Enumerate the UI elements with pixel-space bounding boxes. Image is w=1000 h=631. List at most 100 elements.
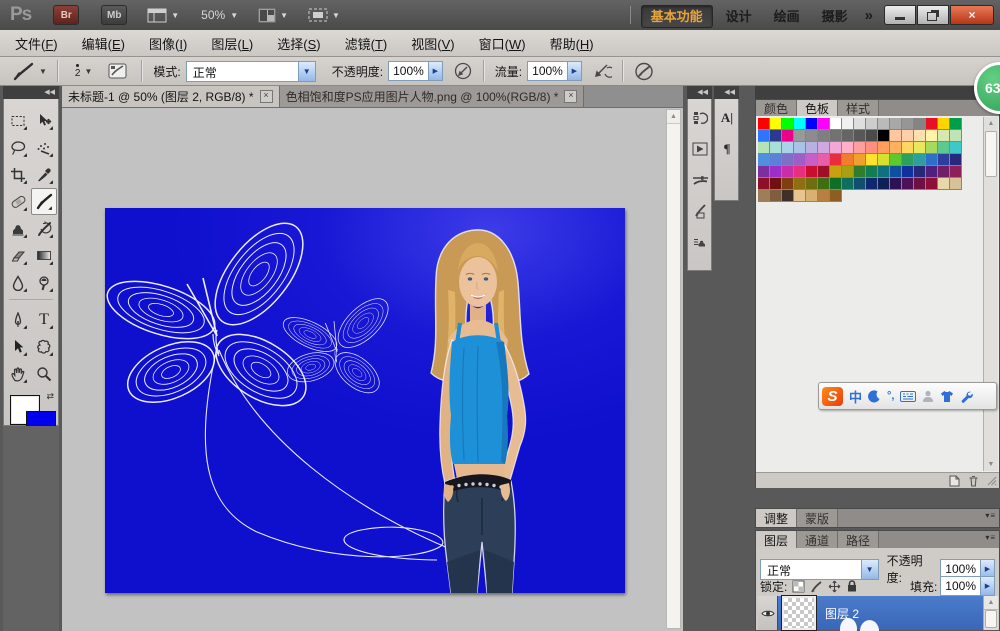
ime-keyboard-icon[interactable] bbox=[900, 391, 916, 402]
brush-tool[interactable] bbox=[31, 188, 57, 215]
color-swatch[interactable] bbox=[842, 178, 854, 190]
tool-presets-panel-icon[interactable] bbox=[688, 199, 712, 223]
color-swatch[interactable] bbox=[770, 142, 782, 154]
workspace-button[interactable]: 基本功能 bbox=[641, 5, 713, 28]
color-swatch[interactable] bbox=[758, 142, 770, 154]
color-swatch[interactable] bbox=[806, 154, 818, 166]
scroll-thumb[interactable] bbox=[985, 610, 997, 628]
color-swatch[interactable] bbox=[950, 178, 962, 190]
brush-picker-caret[interactable]: ▼ bbox=[84, 67, 92, 76]
color-swatch[interactable] bbox=[926, 142, 938, 154]
adjustments-tab[interactable]: 蒙版 bbox=[797, 509, 838, 527]
color-swatch[interactable] bbox=[950, 118, 962, 130]
panel-stack-collapse-button[interactable]: ◀◀ bbox=[755, 86, 1000, 99]
healing-brush-tool[interactable] bbox=[5, 188, 31, 215]
swatches-tab[interactable]: 色板 bbox=[797, 100, 838, 116]
swatches-tab[interactable]: 样式 bbox=[838, 100, 879, 116]
color-swatch[interactable] bbox=[758, 130, 770, 142]
color-swatch[interactable] bbox=[842, 166, 854, 178]
workspace-button[interactable]: 摄影 bbox=[813, 6, 857, 27]
color-swatch[interactable] bbox=[770, 130, 782, 142]
dodge-tool[interactable] bbox=[31, 269, 57, 296]
color-swatch[interactable] bbox=[902, 130, 914, 142]
menu-item[interactable]: 滤镜(T) bbox=[336, 34, 397, 53]
workspace-button[interactable]: 绘画 bbox=[765, 6, 809, 27]
color-swatch[interactable] bbox=[854, 130, 866, 142]
screen-mode-button[interactable]: ▼ bbox=[308, 8, 340, 22]
color-swatch[interactable] bbox=[854, 142, 866, 154]
flow-input[interactable]: 100% ▶ bbox=[527, 61, 582, 81]
menu-item[interactable]: 图层(L) bbox=[202, 34, 262, 53]
dock-collapse-button[interactable]: ◀◀ bbox=[714, 86, 739, 99]
layers-tab[interactable]: 图层 bbox=[756, 531, 797, 548]
color-swatch[interactable] bbox=[794, 142, 806, 154]
lock-all-icon[interactable] bbox=[846, 579, 858, 593]
color-swatch[interactable] bbox=[866, 118, 878, 130]
sogou-logo[interactable]: S bbox=[822, 387, 843, 406]
color-swatch[interactable] bbox=[818, 142, 830, 154]
tab-close-icon[interactable]: × bbox=[260, 90, 273, 103]
color-swatch[interactable] bbox=[842, 154, 854, 166]
layers-tab[interactable]: 通道 bbox=[797, 531, 838, 548]
scroll-up-icon[interactable]: ▲ bbox=[984, 596, 998, 610]
history-brush-tool[interactable] bbox=[31, 215, 57, 242]
menu-item[interactable]: 文件(F) bbox=[6, 34, 67, 53]
brush-size-preview[interactable]: 2 bbox=[75, 64, 81, 79]
color-swatch[interactable] bbox=[890, 178, 902, 190]
document-vertical-scrollbar[interactable]: ▲ bbox=[666, 109, 681, 629]
color-swatch[interactable] bbox=[854, 118, 866, 130]
color-swatch[interactable] bbox=[878, 130, 890, 142]
color-swatch[interactable] bbox=[866, 154, 878, 166]
magic-wand-tool[interactable] bbox=[31, 134, 57, 161]
color-swatch[interactable] bbox=[758, 178, 770, 190]
color-swatch[interactable] bbox=[830, 190, 842, 202]
gradient-tool[interactable] bbox=[31, 242, 57, 269]
paragraph-panel-icon[interactable]: ¶ bbox=[715, 137, 739, 161]
color-swatch[interactable] bbox=[830, 130, 842, 142]
color-swatch[interactable] bbox=[830, 154, 842, 166]
layer-visibility-toggle[interactable] bbox=[758, 596, 778, 630]
color-swatch[interactable] bbox=[782, 118, 794, 130]
custom-shape-tool[interactable] bbox=[31, 333, 57, 360]
ime-fullhalf-moon-icon[interactable] bbox=[868, 390, 881, 403]
color-swatch[interactable] bbox=[878, 154, 890, 166]
canvas[interactable] bbox=[105, 208, 625, 593]
brushes-panel-icon[interactable] bbox=[688, 168, 712, 192]
adjustments-tab[interactable]: 调整 bbox=[756, 509, 797, 527]
ime-chinese-mode[interactable]: 中 bbox=[849, 387, 862, 406]
launch-bridge-button[interactable]: Br bbox=[53, 5, 79, 25]
toolbar-collapse-button[interactable]: ◀◀ bbox=[3, 86, 59, 99]
type-tool[interactable]: T bbox=[31, 306, 57, 333]
color-swatch[interactable] bbox=[758, 190, 770, 202]
color-swatch[interactable] bbox=[806, 118, 818, 130]
workspace-button[interactable]: 设计 bbox=[717, 6, 761, 27]
color-swatch[interactable] bbox=[782, 142, 794, 154]
panel-menu-icon[interactable]: ▾≡ bbox=[985, 511, 996, 520]
swatches-scrollbar[interactable]: ▲ ▼ bbox=[983, 117, 998, 471]
menu-item[interactable]: 编辑(E) bbox=[73, 34, 134, 53]
hand-tool[interactable] bbox=[5, 360, 31, 387]
color-swatch[interactable] bbox=[818, 118, 830, 130]
blend-mode-select[interactable]: 正常 ▼ bbox=[186, 61, 316, 82]
color-swatch[interactable] bbox=[950, 142, 962, 154]
color-swatch[interactable] bbox=[902, 142, 914, 154]
scroll-up-icon[interactable]: ▲ bbox=[984, 117, 998, 130]
color-swatch[interactable] bbox=[770, 178, 782, 190]
color-swatch[interactable] bbox=[950, 166, 962, 178]
opacity-input[interactable]: 100% ▶ bbox=[388, 61, 443, 81]
color-swatch[interactable] bbox=[794, 154, 806, 166]
layers-tab[interactable]: 路径 bbox=[838, 531, 879, 548]
color-swatch[interactable] bbox=[914, 142, 926, 154]
restore-button[interactable] bbox=[917, 5, 949, 25]
color-swatch[interactable] bbox=[818, 190, 830, 202]
color-swatch[interactable] bbox=[854, 178, 866, 190]
panel-menu-icon[interactable]: ▾≡ bbox=[985, 533, 996, 542]
color-swatch[interactable] bbox=[902, 166, 914, 178]
color-swatch[interactable] bbox=[950, 154, 962, 166]
color-swatch[interactable] bbox=[878, 142, 890, 154]
color-swatch[interactable] bbox=[854, 154, 866, 166]
clone-stamp-tool[interactable] bbox=[5, 215, 31, 242]
color-swatch[interactable] bbox=[770, 118, 782, 130]
color-swatch[interactable] bbox=[866, 142, 878, 154]
color-swatch[interactable] bbox=[794, 118, 806, 130]
